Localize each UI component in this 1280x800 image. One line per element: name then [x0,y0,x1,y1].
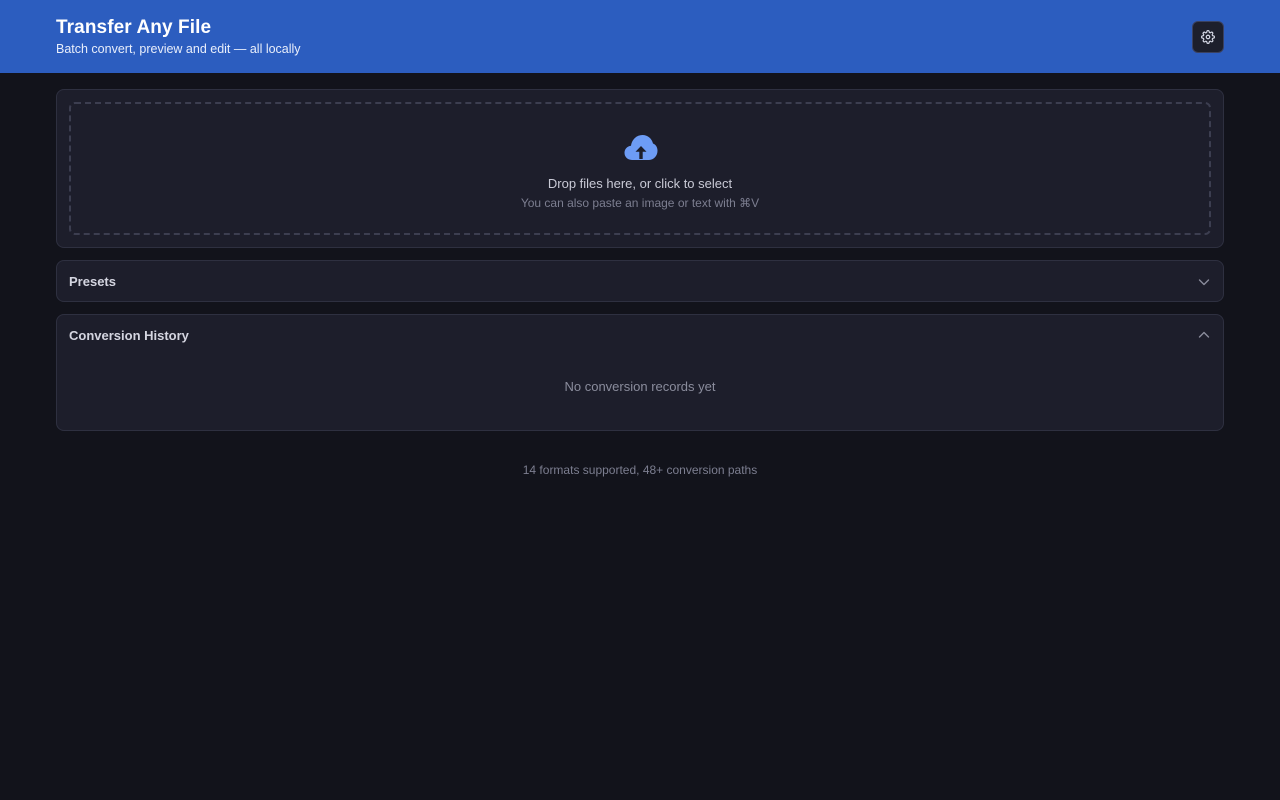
history-section-toggle[interactable]: Conversion History [57,315,1223,357]
history-title: Conversion History [69,328,189,343]
presets-section-toggle[interactable]: Presets [56,260,1224,302]
chevron-down-icon [1198,279,1210,286]
dropzone-secondary-text: You can also paste an image or text with… [520,196,760,210]
footer-formats-info: 14 formats supported, 48+ conversion pat… [522,463,758,477]
app-title: Transfer Any File [56,17,212,38]
settings-button[interactable] [1192,21,1224,53]
app-subtitle: Batch convert, preview and edit — all lo… [56,42,301,56]
upload-card: Drop files here, or click to select You … [56,89,1224,248]
dropzone-primary-text: Drop files here, or click to select [547,176,733,191]
cloud-upload-icon [624,135,658,160]
presets-title: Presets [69,274,116,289]
history-empty-message: No conversion records yet [564,379,716,394]
gear-icon [1201,30,1215,44]
chevron-up-icon [1198,331,1210,338]
app-header: Transfer Any File Batch convert, preview… [0,0,1280,73]
conversion-history-section: Conversion History No conversion records… [56,314,1224,431]
file-dropzone[interactable]: Drop files here, or click to select You … [69,102,1211,235]
